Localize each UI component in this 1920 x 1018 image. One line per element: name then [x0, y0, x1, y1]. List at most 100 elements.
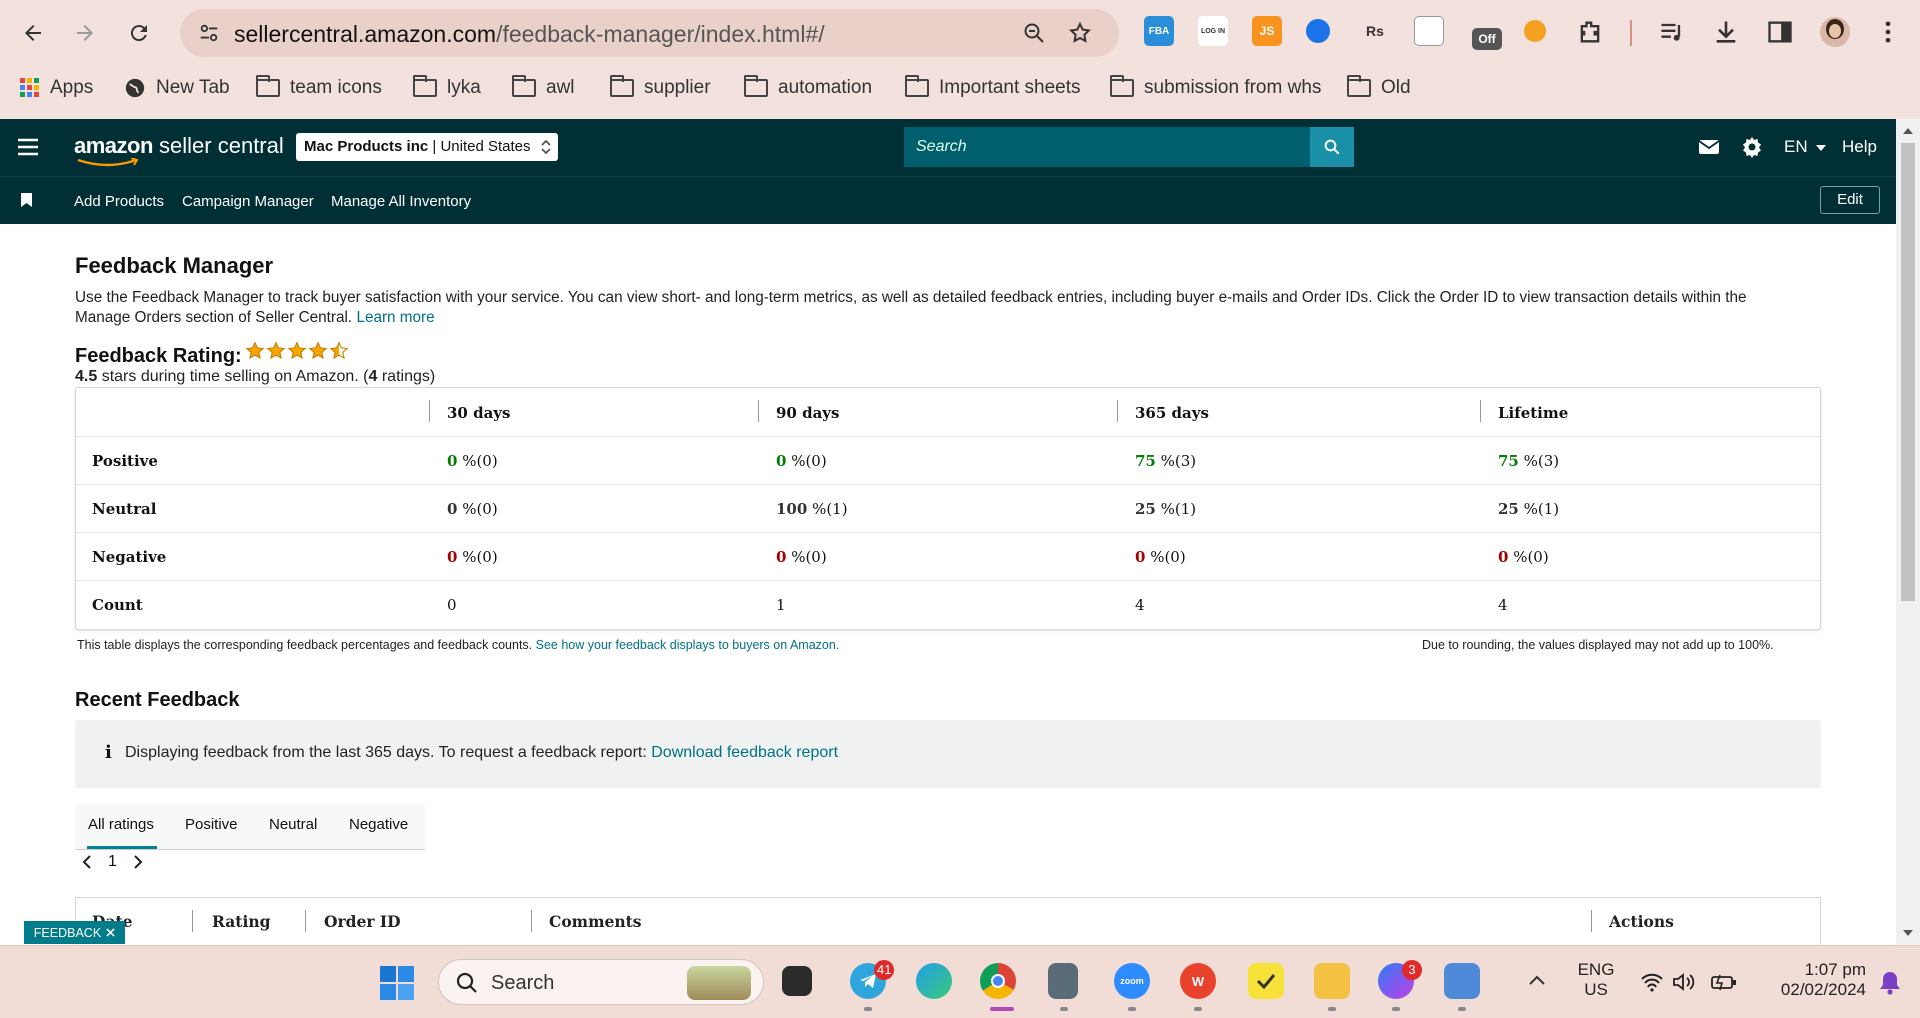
side-panel-icon[interactable]: [1766, 18, 1794, 46]
wps-office-icon[interactable]: W: [1180, 963, 1216, 999]
fba-extension-icon[interactable]: FBA: [1144, 16, 1174, 46]
download-feedback-report-link[interactable]: Download feedback report: [651, 744, 838, 761]
mail-icon[interactable]: [1698, 138, 1720, 156]
close-icon[interactable]: [106, 928, 115, 937]
bookmark-star-icon[interactable]: [1068, 21, 1092, 45]
language-selector[interactable]: EN: [1784, 137, 1827, 157]
tab-negative[interactable]: Negative: [349, 816, 408, 833]
zoom-icon[interactable]: [1022, 21, 1046, 45]
edit-nav-button[interactable]: Edit: [1820, 186, 1880, 214]
cell-rest: %(0): [1145, 548, 1186, 566]
file-explorer-icon[interactable]: [1314, 963, 1350, 999]
bookmark-lyka[interactable]: lyka: [413, 75, 481, 100]
folder-icon: [1347, 75, 1371, 97]
current-page[interactable]: 1: [108, 853, 117, 871]
feedback-button[interactable]: FEEDBACK: [24, 921, 125, 944]
bookmark-team-icons[interactable]: team icons: [256, 75, 382, 100]
list-column-header[interactable]: Actions: [1609, 912, 1674, 931]
bookmark-automation[interactable]: automation: [744, 75, 872, 100]
crosshair-extension-icon[interactable]: [1306, 19, 1330, 43]
seller-search-input[interactable]: Search: [904, 127, 1310, 167]
subnav-manage-all-inventory[interactable]: Manage All Inventory: [331, 193, 471, 210]
scroll-up-arrow-icon[interactable]: [1903, 127, 1913, 135]
bookmark-apps[interactable]: Apps: [20, 76, 93, 100]
table-cell: 0 %(0): [447, 548, 498, 566]
bookmark-submission-from-whs[interactable]: submission from whs: [1110, 75, 1321, 100]
reload-button[interactable]: [118, 12, 160, 54]
list-column-header[interactable]: Rating: [212, 912, 270, 931]
row-label: Positive: [92, 452, 158, 470]
chevron-right-icon[interactable]: [133, 855, 143, 869]
tab-neutral[interactable]: Neutral: [269, 816, 317, 833]
chrome-icon[interactable]: [980, 963, 1016, 999]
cell-value: 0: [1498, 548, 1509, 566]
address-bar[interactable]: sellercentral.amazon.com/feedback-manage…: [180, 9, 1119, 57]
taskbar-running-indicator: [864, 1007, 872, 1011]
learn-more-link[interactable]: Learn more: [356, 309, 434, 326]
zoom-app-icon[interactable]: zoom: [1114, 963, 1150, 999]
bookmark-ribbon-icon[interactable]: [21, 193, 32, 207]
see-feedback-display-link[interactable]: See how your feedback displays to buyers…: [536, 638, 840, 652]
scrollbar-thumb[interactable]: [1901, 143, 1915, 601]
cell-value: 0: [447, 548, 458, 566]
windows-start-icon[interactable]: [380, 966, 414, 1000]
merchant-selector[interactable]: Mac Products inc | United States: [296, 133, 558, 161]
seller-search-button[interactable]: [1310, 127, 1354, 167]
js-extension-icon[interactable]: JS: [1252, 16, 1282, 46]
list-column-header[interactable]: Comments: [549, 912, 642, 931]
column-separator: [1117, 400, 1118, 422]
calculator-icon[interactable]: [1048, 963, 1078, 999]
site-settings-icon[interactable]: [198, 22, 220, 44]
box-extension-icon[interactable]: [1414, 16, 1444, 46]
cell-value: 75: [1135, 452, 1156, 470]
search-placeholder: Search: [916, 138, 967, 155]
off-extension-icon[interactable]: Off: [1472, 28, 1502, 50]
hamburger-menu-icon[interactable]: [16, 136, 40, 158]
sticky-notes-icon[interactable]: [1248, 963, 1284, 999]
login-extension-icon[interactable]: LOG IN: [1198, 16, 1228, 46]
wifi-icon[interactable]: [1640, 972, 1664, 992]
forward-button[interactable]: [64, 12, 106, 54]
edge-icon[interactable]: [916, 963, 952, 999]
orange-extension-icon[interactable]: [1524, 20, 1546, 42]
cell-rest: %(0): [457, 548, 498, 566]
download-icon[interactable]: [1712, 18, 1740, 46]
task-view-icon[interactable]: [782, 966, 812, 996]
menu-kebab-icon[interactable]: [1874, 18, 1902, 46]
column-separator: [1591, 910, 1592, 932]
bookmark-old[interactable]: Old: [1347, 75, 1411, 100]
help-link[interactable]: Help: [1842, 137, 1877, 157]
tab-positive[interactable]: Positive: [185, 816, 238, 833]
input-language[interactable]: ENG US: [1576, 960, 1616, 1000]
clock[interactable]: 1:07 pm 02/02/2024: [1756, 960, 1866, 1000]
arrow-right-icon: [77, 25, 93, 41]
scroll-down-arrow-icon[interactable]: [1903, 929, 1913, 937]
list-column-header[interactable]: Order ID: [324, 912, 401, 931]
bookmark-supplier[interactable]: supplier: [610, 75, 711, 100]
back-button[interactable]: [12, 12, 54, 54]
volume-icon[interactable]: [1672, 972, 1696, 992]
notepad-icon[interactable]: [1444, 963, 1480, 999]
bookmark-awl[interactable]: awl: [512, 75, 575, 100]
battery-icon[interactable]: [1710, 972, 1738, 992]
profile-avatar[interactable]: [1820, 17, 1850, 47]
table-cell: 0 %(0): [447, 500, 498, 518]
browser-chrome: sellercentral.amazon.com/feedback-manage…: [0, 0, 1920, 119]
chevron-up-icon[interactable]: [1528, 974, 1546, 986]
apps-grid-icon: [20, 78, 39, 97]
subnav-campaign-manager[interactable]: Campaign Manager: [182, 193, 314, 210]
seller-central-subnav: Add Products Campaign Manager Manage All…: [0, 176, 1896, 224]
chevron-left-icon[interactable]: [82, 855, 92, 869]
tab-all-ratings[interactable]: All ratings: [88, 816, 154, 833]
notification-bell-icon[interactable]: [1878, 970, 1902, 996]
reading-list-icon[interactable]: [1658, 18, 1686, 46]
vertical-scrollbar[interactable]: [1896, 119, 1920, 945]
taskbar-search[interactable]: Search: [438, 959, 764, 1005]
subnav-add-products[interactable]: Add Products: [74, 193, 164, 210]
rs-extension-icon[interactable]: Rs: [1360, 16, 1390, 46]
extensions-puzzle-icon[interactable]: [1576, 18, 1604, 46]
settings-gear-icon[interactable]: [1740, 135, 1764, 159]
bookmark-new-tab[interactable]: New Tab: [124, 76, 230, 100]
amazon-seller-central-logo[interactable]: amazon seller central: [74, 133, 284, 167]
bookmark-important-sheets[interactable]: Important sheets: [905, 75, 1081, 100]
